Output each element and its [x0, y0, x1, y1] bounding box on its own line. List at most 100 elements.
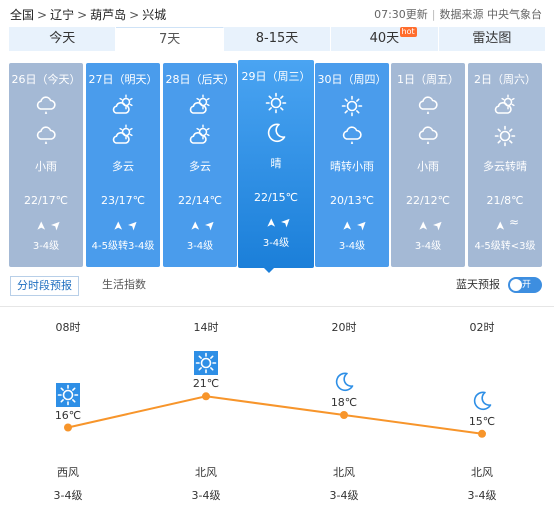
wind-level: 3-4级 — [338, 241, 366, 252]
wind-level: 3-4级 — [53, 489, 83, 502]
wind-arrow-icon: ➤ — [492, 212, 507, 232]
rain-cloud-icon — [34, 124, 58, 146]
tab-life-index[interactable]: 生活指数 — [96, 276, 152, 296]
wind-direction-icons: ➤ ≈ — [468, 212, 542, 232]
tab-7-days[interactable]: 7天 — [116, 27, 224, 51]
day-card[interactable]: 2日（周六） 多云转晴 21/8℃ ➤ ≈4-5级转<3级 — [468, 63, 542, 267]
subtab-bar: 分时段预报 生活指数 蓝天预报 开 — [10, 276, 544, 298]
sun-icon — [57, 384, 79, 405]
wind-level: 3-4级 — [186, 241, 214, 252]
wind-level: 4-5级转<3级 — [474, 241, 536, 252]
temperature-label: 18℃ — [330, 396, 358, 409]
sun-icon — [340, 94, 364, 117]
hour-label: 14时 — [193, 321, 219, 334]
day-date: 1日（周五） — [397, 73, 459, 86]
tab-hourly-forecast[interactable]: 分时段预报 — [10, 276, 79, 296]
breadcrumb-item[interactable]: 辽宁 — [50, 8, 74, 22]
day-weather: 小雨 — [35, 160, 57, 173]
temperature-line — [67, 395, 483, 435]
rain-cloud-icon — [418, 96, 438, 114]
day-card-selected[interactable]: 29日（周三） 晴 22/15℃ ➤➤ 3-4级 — [238, 60, 314, 268]
partly-cloudy-icon — [494, 94, 515, 114]
day-date: 29日（周三） — [241, 70, 311, 83]
day-card[interactable]: 26日（今天） 小雨 22/17℃ ➤➤ 3-4级 — [9, 63, 83, 267]
sun-icon — [265, 92, 287, 114]
sun-icon — [264, 91, 288, 114]
day-weather: 多云转晴 — [483, 160, 527, 173]
partly-cloudy-icon — [111, 124, 135, 146]
day-card[interactable]: 27日（明天） 多云 23/17℃ ➤➤ 4-5级转3-4级 — [86, 63, 160, 267]
breadcrumb-separator: > — [37, 8, 48, 22]
wind-level: 3-4级 — [467, 489, 497, 502]
rain-cloud-icon — [342, 126, 362, 144]
day-card[interactable]: 28日（后天） 多云 22/14℃ ➤➤ 3-4级 — [163, 63, 237, 267]
sun-icon — [194, 351, 218, 376]
moon-icon — [473, 391, 492, 410]
wind-arrow-icon: ➤ — [415, 212, 430, 232]
breadcrumb-item[interactable]: 全国 — [10, 8, 34, 22]
wind-direction-icons: ➤➤ — [9, 211, 83, 234]
partly-cloudy-icon — [189, 124, 210, 144]
rain-cloud-icon — [34, 94, 58, 116]
day-card[interactable]: 30日（周四） 晴转小雨 20/13℃ ➤➤ 3-4级 — [315, 63, 389, 267]
partly-cloudy-icon — [112, 124, 133, 144]
rain-cloud-icon — [418, 126, 438, 144]
day-date: 28日（后天） — [165, 73, 235, 86]
sun-icon — [494, 125, 516, 147]
moon-icon — [264, 121, 288, 143]
day-temperature: 22/17℃ — [23, 194, 69, 207]
breadcrumb-item-current[interactable]: 兴城 — [142, 8, 166, 22]
day-temperature: 21/8℃ — [486, 194, 524, 207]
partly-cloudy-icon — [188, 94, 212, 116]
wind-arrow-icon: ➤ — [47, 210, 71, 234]
wind-arrow-icon: ➤ — [429, 210, 453, 234]
partly-cloudy-icon — [493, 94, 517, 116]
sun-icon — [195, 352, 217, 374]
tab-8-15-days[interactable]: 8-15天 — [223, 27, 332, 51]
partly-cloudy-icon — [188, 124, 212, 146]
wind-arrow-icon: ➤ — [110, 212, 125, 232]
data-source: 数据来源 中央气象台 — [439, 8, 543, 21]
day-date: 2日（周六） — [474, 73, 536, 86]
wind-arrow-icon: ➤ — [33, 212, 48, 232]
tab-today[interactable]: 今天 — [9, 27, 117, 51]
wind-arrow-icon: ➤ — [201, 210, 225, 234]
day-weather: 多云 — [112, 160, 134, 173]
temperature-label: 21℃ — [192, 377, 220, 391]
wind-arrow-icon: ➤ — [277, 207, 301, 231]
wind-direction-icons: ➤➤ — [163, 211, 237, 234]
wind-level: 3-4级 — [262, 238, 290, 249]
wind-direction: 北风 — [471, 466, 493, 479]
hour-label: 08时 — [55, 321, 81, 334]
hourly-forecast-chart: 08时 16℃ 西风 3-4级 14时 21℃ 北风 3-4级 20时 18℃ 北风 3-4级 02时 1… — [0, 310, 554, 520]
wind-direction: 西风 — [57, 466, 79, 479]
day-card[interactable]: 1日（周五） 小雨 22/12℃ ➤➤ 3-4级 — [391, 63, 465, 267]
breeze-icon: ≈ — [509, 215, 528, 229]
toggle-label: 开 — [522, 280, 532, 290]
blue-sky-forecast-label: 蓝天预报 — [456, 278, 500, 291]
breadcrumb-item[interactable]: 葫芦岛 — [90, 8, 126, 22]
tab-radar[interactable]: 雷达图 — [438, 27, 546, 51]
partly-cloudy-icon — [112, 94, 133, 114]
breadcrumb: 全国 > 辽宁 > 葫芦岛 > 兴城 — [10, 7, 166, 23]
rain-cloud-icon — [36, 96, 56, 114]
temperature-point — [202, 392, 210, 401]
wind-level: 3-4级 — [191, 489, 221, 502]
day-temperature: 22/15℃ — [253, 191, 299, 204]
wind-direction: 北风 — [333, 466, 355, 479]
tab-label: 40天 — [369, 31, 400, 46]
wind-direction-icons: ➤➤ — [86, 211, 160, 234]
rain-cloud-icon — [416, 124, 440, 146]
temperature-label: 15℃ — [468, 414, 496, 428]
seven-day-forecast: 26日（今天） 小雨 22/17℃ ➤➤ 3-4级 27日（明天） 多云 23/17℃ ➤➤ 4-… — [9, 60, 545, 270]
wind-arrow-icon: ➤ — [339, 212, 354, 232]
tab-40-days[interactable]: 40天 hot — [331, 27, 439, 51]
hour-label: 02时 — [469, 321, 495, 334]
wind-direction-icons: ➤➤ — [238, 208, 314, 231]
day-date: 30日（周四） — [317, 73, 387, 86]
rain-cloud-icon — [36, 126, 56, 144]
hot-badge: hot — [399, 27, 417, 37]
partly-cloudy-icon — [111, 94, 135, 116]
blue-sky-toggle[interactable]: 开 — [508, 277, 542, 293]
sun-icon — [56, 382, 80, 407]
